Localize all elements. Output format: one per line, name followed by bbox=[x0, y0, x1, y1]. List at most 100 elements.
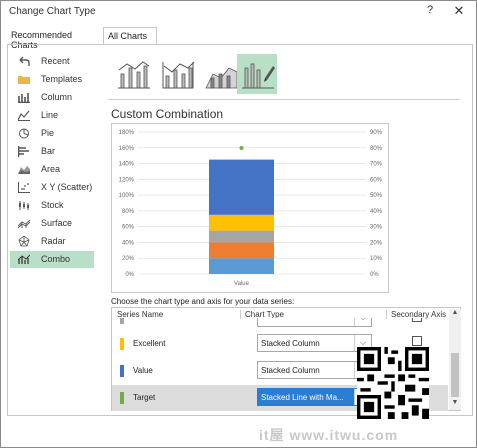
combo-custom-combination-thumbnail[interactable] bbox=[237, 54, 277, 94]
combo-clustered-column-line-thumbnail[interactable] bbox=[113, 54, 153, 94]
chart-type-recent[interactable]: Recent bbox=[10, 53, 94, 70]
right-axis-tick-label: 70% bbox=[370, 162, 383, 168]
bar-chart-icon bbox=[18, 146, 29, 157]
combo-column-line-secondary-thumbnail[interactable] bbox=[158, 54, 198, 94]
chart-type-pie[interactable]: Pie bbox=[10, 125, 94, 142]
watermark-text: it屋 www.itwu.com bbox=[259, 427, 399, 443]
left-axis-tick-label: 160% bbox=[119, 146, 135, 152]
right-axis-tick-label: 60% bbox=[370, 177, 383, 183]
custom-combination-pencil-icon bbox=[242, 63, 275, 89]
chart-type-radar[interactable]: Radar bbox=[10, 233, 94, 250]
qr-code-image bbox=[357, 347, 429, 419]
scroll-down-icon[interactable]: ▼ bbox=[449, 399, 461, 410]
right-axis-tick-label: 0% bbox=[370, 272, 379, 278]
left-axis-tick-label: 0% bbox=[125, 272, 134, 278]
series-name: Excellent bbox=[133, 339, 166, 348]
chart-type-dropdown-value: Stacked Column bbox=[261, 366, 320, 375]
combo-chart-icon bbox=[18, 254, 30, 264]
chart-type-combo[interactable]: Combo bbox=[10, 251, 94, 268]
left-axis-tick-label: 100% bbox=[119, 193, 135, 199]
right-axis-tick-label: 30% bbox=[370, 225, 383, 231]
chart-type-dropdown[interactable]: Stacked Column ⌵ bbox=[257, 361, 372, 379]
chart-type-label: Radar bbox=[41, 236, 66, 246]
column-chart-icon bbox=[18, 93, 30, 103]
chart-type-label: Area bbox=[41, 164, 61, 174]
series-color-swatch bbox=[120, 318, 124, 324]
close-button[interactable]: ✕ bbox=[450, 3, 468, 19]
secondary-axis-checkbox[interactable] bbox=[412, 336, 422, 346]
section-divider bbox=[108, 99, 460, 100]
chart-type-column[interactable]: Column bbox=[10, 89, 94, 106]
chart-type-templates[interactable]: Templates bbox=[10, 71, 94, 88]
category-label: Value bbox=[234, 281, 250, 287]
tab-recommended-charts[interactable]: Recommended Charts bbox=[7, 27, 103, 50]
chart-type-dropdown[interactable]: Stacked Column ⌵ bbox=[257, 334, 372, 352]
pie-chart-icon bbox=[19, 128, 29, 139]
chart-type-label: Recent bbox=[41, 56, 70, 66]
radar-chart-icon bbox=[18, 236, 30, 247]
series-name: Value bbox=[133, 366, 153, 375]
chart-type-surface[interactable]: Surface bbox=[10, 215, 94, 232]
bar-segment bbox=[209, 230, 274, 243]
title-bar: Change Chart Type ? ✕ bbox=[1, 1, 476, 23]
table-row: ⌵ bbox=[112, 318, 448, 331]
column-line-secondary-axis-icon bbox=[162, 61, 195, 89]
chart-type-label: Templates bbox=[41, 74, 83, 84]
combo-stacked-area-column-thumbnail[interactable] bbox=[201, 54, 241, 94]
left-axis-tick-label: 180% bbox=[119, 130, 135, 136]
series-name: Target bbox=[133, 393, 156, 402]
chart-type-dropdown[interactable]: Stacked Line with Ma... ⌵ bbox=[257, 388, 372, 406]
bar-segment bbox=[209, 242, 274, 259]
right-axis-tick-label: 80% bbox=[370, 146, 383, 152]
chart-type-dropdown[interactable]: ⌵ bbox=[257, 318, 372, 327]
left-axis-tick-label: 60% bbox=[122, 225, 135, 231]
right-axis-tick-label: 20% bbox=[370, 240, 383, 246]
scatter-chart-icon bbox=[18, 182, 30, 193]
right-axis-tick-label: 50% bbox=[370, 193, 383, 199]
series-instruction: Choose the chart type and axis for your … bbox=[111, 297, 295, 306]
help-button[interactable]: ? bbox=[421, 4, 439, 20]
scrollbar-thumb[interactable] bbox=[451, 353, 459, 397]
right-axis-tick-label: 40% bbox=[370, 209, 383, 215]
left-axis-tick-label: 20% bbox=[122, 256, 135, 262]
undo-icon bbox=[19, 56, 30, 66]
chart-type-label: Bar bbox=[41, 146, 56, 156]
tab-all-charts[interactable]: All Charts bbox=[103, 27, 157, 45]
chart-type-label: X Y (Scatter) bbox=[41, 182, 93, 192]
chart-type-dropdown-value: Stacked Column bbox=[261, 339, 320, 348]
chart-type-xy-scatter[interactable]: X Y (Scatter) bbox=[10, 179, 94, 196]
right-axis-tick-label: 10% bbox=[370, 256, 383, 262]
surface-chart-icon bbox=[18, 219, 30, 229]
chart-type-label: Combo bbox=[41, 254, 71, 264]
chart-type-label: Surface bbox=[41, 218, 73, 228]
series-color-swatch bbox=[120, 338, 124, 350]
series-table-scrollbar[interactable]: ▲ ▼ bbox=[449, 309, 461, 410]
left-axis-tick-label: 140% bbox=[119, 162, 135, 168]
stacked-area-clustered-column-icon bbox=[205, 67, 238, 89]
left-axis-tick-label: 120% bbox=[119, 177, 135, 183]
dialog-title: Change Chart Type bbox=[9, 6, 96, 17]
chart-type-label: Pie bbox=[41, 128, 55, 138]
left-axis-tick-label: 80% bbox=[122, 209, 135, 215]
left-axis-tick-label: 40% bbox=[122, 240, 135, 246]
chart-preview-svg: 180% 90% 160% 80% 140% 70% 120% 60% 100% 50% 80% 40… bbox=[119, 130, 383, 287]
clustered-column-line-icon bbox=[118, 61, 150, 89]
chart-type-area[interactable]: Area bbox=[10, 161, 94, 178]
target-point bbox=[239, 146, 244, 150]
chart-type-bar[interactable]: Bar bbox=[10, 143, 94, 160]
secondary-axis-checkbox[interactable] bbox=[412, 318, 422, 322]
chart-type-dropdown-value: Stacked Line with Ma... bbox=[261, 393, 344, 402]
line-chart-icon bbox=[18, 110, 30, 121]
scroll-up-icon[interactable]: ▲ bbox=[449, 309, 461, 320]
chart-type-label: Line bbox=[41, 110, 59, 120]
chart-preview: 180% 90% 160% 80% 140% 70% 120% 60% 100% 50% 80% 40… bbox=[111, 123, 389, 293]
series-color-swatch bbox=[120, 365, 124, 377]
right-axis-tick-label: 90% bbox=[370, 130, 383, 136]
chart-type-line[interactable]: Line bbox=[10, 107, 94, 124]
custom-combination-title: Custom Combination bbox=[111, 107, 224, 121]
chart-type-label: Column bbox=[41, 92, 73, 102]
bar-segment bbox=[209, 214, 274, 231]
bar-segment bbox=[209, 258, 274, 274]
area-chart-icon bbox=[18, 166, 30, 174]
chart-type-stock[interactable]: Stock bbox=[10, 197, 94, 214]
